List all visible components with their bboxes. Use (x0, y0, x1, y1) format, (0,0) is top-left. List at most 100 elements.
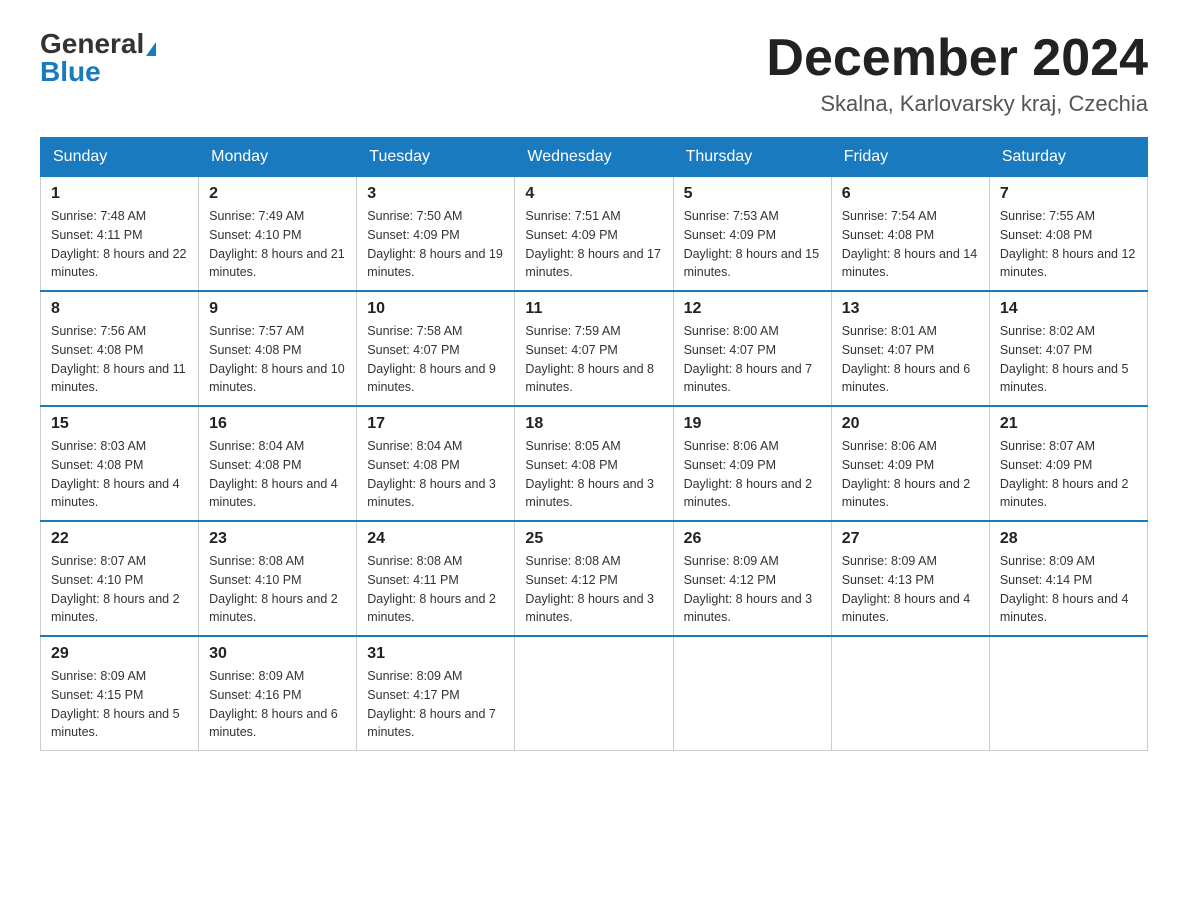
day-info: Sunrise: 8:09 AMSunset: 4:16 PMDaylight:… (209, 667, 346, 742)
calendar-cell: 19 Sunrise: 8:06 AMSunset: 4:09 PMDayligh… (673, 406, 831, 521)
day-info: Sunrise: 8:08 AMSunset: 4:12 PMDaylight:… (525, 552, 662, 627)
day-number: 19 (684, 415, 821, 433)
calendar-cell: 20 Sunrise: 8:06 AMSunset: 4:09 PMDayligh… (831, 406, 989, 521)
day-number: 29 (51, 645, 188, 663)
day-number: 27 (842, 530, 979, 548)
day-info: Sunrise: 8:00 AMSunset: 4:07 PMDaylight:… (684, 322, 821, 397)
day-info: Sunrise: 8:03 AMSunset: 4:08 PMDaylight:… (51, 437, 188, 512)
day-number: 16 (209, 415, 346, 433)
day-info: Sunrise: 8:06 AMSunset: 4:09 PMDaylight:… (842, 437, 979, 512)
day-number: 15 (51, 415, 188, 433)
day-info: Sunrise: 7:48 AMSunset: 4:11 PMDaylight:… (51, 207, 188, 282)
calendar-cell: 5Sunrise: 7:53 AMSunset: 4:09 PMDaylight… (673, 177, 831, 292)
calendar-cell: 29 Sunrise: 8:09 AMSunset: 4:15 PMDayligh… (41, 636, 199, 751)
calendar-cell: 21 Sunrise: 8:07 AMSunset: 4:09 PMDayligh… (989, 406, 1147, 521)
day-info: Sunrise: 8:04 AMSunset: 4:08 PMDaylight:… (367, 437, 504, 512)
calendar-cell: 14 Sunrise: 8:02 AMSunset: 4:07 PMDayligh… (989, 291, 1147, 406)
day-info: Sunrise: 8:08 AMSunset: 4:10 PMDaylight:… (209, 552, 346, 627)
day-number: 9 (209, 300, 346, 318)
day-info: Sunrise: 8:06 AMSunset: 4:09 PMDaylight:… (684, 437, 821, 512)
calendar-cell: 25 Sunrise: 8:08 AMSunset: 4:12 PMDayligh… (515, 521, 673, 636)
day-number: 12 (684, 300, 821, 318)
location-subtitle: Skalna, Karlovarsky kraj, Czechia (766, 91, 1148, 117)
calendar-week-row-1: 1 Sunrise: 7:48 AMSunset: 4:11 PMDaylight… (41, 177, 1148, 292)
col-header-friday: Friday (831, 138, 989, 177)
calendar-cell: 27 Sunrise: 8:09 AMSunset: 4:13 PMDayligh… (831, 521, 989, 636)
day-info: Sunrise: 7:57 AMSunset: 4:08 PMDaylight:… (209, 322, 346, 397)
day-info: Sunrise: 8:09 AMSunset: 4:13 PMDaylight:… (842, 552, 979, 627)
month-year-title: December 2024 (766, 30, 1148, 87)
calendar-header-row: SundayMondayTuesdayWednesdayThursdayFrid… (41, 138, 1148, 177)
day-info: Sunrise: 8:09 AMSunset: 4:14 PMDaylight:… (1000, 552, 1137, 627)
day-number: 28 (1000, 530, 1137, 548)
day-number: 3 (367, 185, 504, 203)
day-info: Sunrise: 7:54 AMSunset: 4:08 PMDaylight:… (842, 207, 979, 282)
calendar-cell: 24 Sunrise: 8:08 AMSunset: 4:11 PMDayligh… (357, 521, 515, 636)
calendar-cell (673, 636, 831, 751)
calendar-cell: 26Sunrise: 8:09 AMSunset: 4:12 PMDayligh… (673, 521, 831, 636)
day-number: 7 (1000, 185, 1137, 203)
day-number: 8 (51, 300, 188, 318)
col-header-thursday: Thursday (673, 138, 831, 177)
day-info: Sunrise: 8:01 AMSunset: 4:07 PMDaylight:… (842, 322, 979, 397)
day-info: Sunrise: 8:09 AMSunset: 4:17 PMDaylight:… (367, 667, 504, 742)
day-number: 20 (842, 415, 979, 433)
day-info: Sunrise: 8:08 AMSunset: 4:11 PMDaylight:… (367, 552, 504, 627)
header: General Blue December 2024 Skalna, Karlo… (40, 30, 1148, 117)
day-number: 6 (842, 185, 979, 203)
calendar-cell: 10 Sunrise: 7:58 AMSunset: 4:07 PMDayligh… (357, 291, 515, 406)
calendar-cell: 9 Sunrise: 7:57 AMSunset: 4:08 PMDaylight… (199, 291, 357, 406)
calendar-cell: 23Sunrise: 8:08 AMSunset: 4:10 PMDayligh… (199, 521, 357, 636)
day-number: 18 (525, 415, 662, 433)
calendar-cell: 2Sunrise: 7:49 AMSunset: 4:10 PMDaylight… (199, 177, 357, 292)
day-number: 10 (367, 300, 504, 318)
calendar-cell: 8 Sunrise: 7:56 AMSunset: 4:08 PMDaylight… (41, 291, 199, 406)
day-number: 5 (684, 185, 821, 203)
day-info: Sunrise: 7:51 AMSunset: 4:09 PMDaylight:… (525, 207, 662, 282)
day-info: Sunrise: 7:50 AMSunset: 4:09 PMDaylight:… (367, 207, 504, 282)
day-info: Sunrise: 8:09 AMSunset: 4:15 PMDaylight:… (51, 667, 188, 742)
calendar-cell: 1 Sunrise: 7:48 AMSunset: 4:11 PMDaylight… (41, 177, 199, 292)
day-number: 24 (367, 530, 504, 548)
day-info: Sunrise: 7:58 AMSunset: 4:07 PMDaylight:… (367, 322, 504, 397)
calendar-cell: 11Sunrise: 7:59 AMSunset: 4:07 PMDayligh… (515, 291, 673, 406)
calendar-cell: 28 Sunrise: 8:09 AMSunset: 4:14 PMDayligh… (989, 521, 1147, 636)
calendar-cell (989, 636, 1147, 751)
day-number: 25 (525, 530, 662, 548)
day-number: 13 (842, 300, 979, 318)
calendar-cell: 12 Sunrise: 8:00 AMSunset: 4:07 PMDayligh… (673, 291, 831, 406)
day-info: Sunrise: 7:56 AMSunset: 4:08 PMDaylight:… (51, 322, 188, 397)
col-header-wednesday: Wednesday (515, 138, 673, 177)
day-info: Sunrise: 8:02 AMSunset: 4:07 PMDaylight:… (1000, 322, 1137, 397)
calendar-week-row-5: 29 Sunrise: 8:09 AMSunset: 4:15 PMDayligh… (41, 636, 1148, 751)
logo-blue-text: Blue (40, 56, 101, 87)
day-info: Sunrise: 8:07 AMSunset: 4:09 PMDaylight:… (1000, 437, 1137, 512)
day-number: 22 (51, 530, 188, 548)
calendar-cell: 7Sunrise: 7:55 AMSunset: 4:08 PMDaylight… (989, 177, 1147, 292)
calendar-cell: 31 Sunrise: 8:09 AMSunset: 4:17 PMDayligh… (357, 636, 515, 751)
calendar-cell: 18 Sunrise: 8:05 AMSunset: 4:08 PMDayligh… (515, 406, 673, 521)
calendar-cell: 17 Sunrise: 8:04 AMSunset: 4:08 PMDayligh… (357, 406, 515, 521)
day-number: 30 (209, 645, 346, 663)
day-info: Sunrise: 8:09 AMSunset: 4:12 PMDaylight:… (684, 552, 821, 627)
day-number: 21 (1000, 415, 1137, 433)
logo-general-text: General (40, 28, 144, 59)
day-number: 2 (209, 185, 346, 203)
day-number: 31 (367, 645, 504, 663)
calendar-cell: 3 Sunrise: 7:50 AMSunset: 4:09 PMDaylight… (357, 177, 515, 292)
day-info: Sunrise: 8:07 AMSunset: 4:10 PMDaylight:… (51, 552, 188, 627)
day-number: 1 (51, 185, 188, 203)
day-info: Sunrise: 8:05 AMSunset: 4:08 PMDaylight:… (525, 437, 662, 512)
title-section: December 2024 Skalna, Karlovarsky kraj, … (766, 30, 1148, 117)
calendar-cell (515, 636, 673, 751)
calendar-cell: 15 Sunrise: 8:03 AMSunset: 4:08 PMDayligh… (41, 406, 199, 521)
calendar-cell: 4Sunrise: 7:51 AMSunset: 4:09 PMDaylight… (515, 177, 673, 292)
calendar-cell: 13 Sunrise: 8:01 AMSunset: 4:07 PMDayligh… (831, 291, 989, 406)
logo: General Blue (40, 30, 156, 86)
col-header-monday: Monday (199, 138, 357, 177)
calendar-cell: 6 Sunrise: 7:54 AMSunset: 4:08 PMDaylight… (831, 177, 989, 292)
day-number: 14 (1000, 300, 1137, 318)
day-number: 17 (367, 415, 504, 433)
logo-triangle-icon (146, 42, 156, 56)
calendar-cell: 22 Sunrise: 8:07 AMSunset: 4:10 PMDayligh… (41, 521, 199, 636)
